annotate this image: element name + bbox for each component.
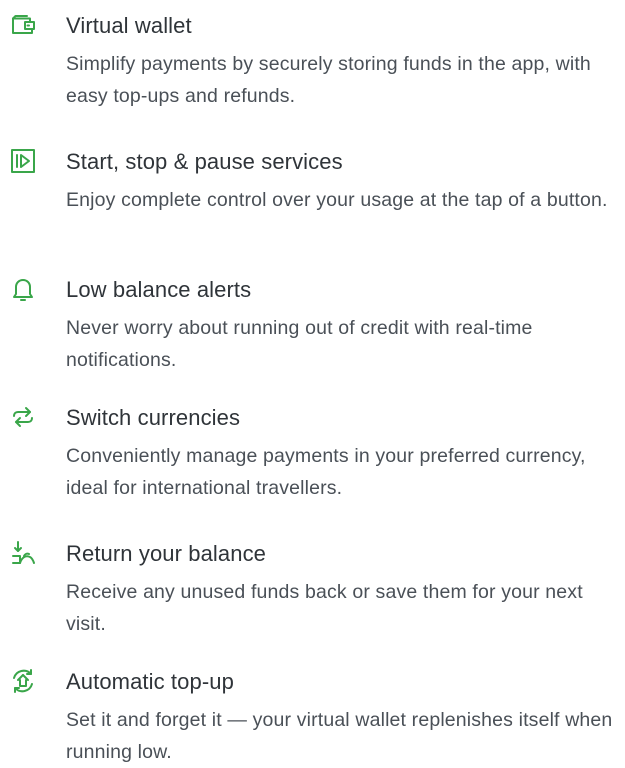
feature-list: Virtual wallet Simplify payments by secu… <box>0 0 625 763</box>
feature-title: Virtual wallet <box>66 13 192 38</box>
bell-icon <box>10 276 36 302</box>
feature-title: Switch currencies <box>66 405 241 430</box>
switch-arrows-icon <box>10 404 36 430</box>
feature-description: Enjoy complete control over your usage a… <box>66 189 608 211</box>
feature-title: Low balance alerts <box>66 277 252 302</box>
feature-description: Conveniently manage payments in your pre… <box>66 445 586 499</box>
auto-topup-icon <box>10 668 36 694</box>
play-pause-icon <box>10 148 36 174</box>
return-funds-icon <box>10 540 36 566</box>
feature-description: Receive any unused funds back or save th… <box>66 581 583 635</box>
feature-title: Automatic top-up <box>66 669 234 694</box>
feature-description: Set it and forget it — your virtual wall… <box>66 709 613 763</box>
feature-title: Start, stop & pause services <box>66 149 343 174</box>
wallet-icon <box>10 12 36 38</box>
feature-description: Never worry about running out of credit … <box>66 317 533 371</box>
feature-description: Simplify payments by securely storing fu… <box>66 53 591 107</box>
feature-title: Return your balance <box>66 541 267 566</box>
